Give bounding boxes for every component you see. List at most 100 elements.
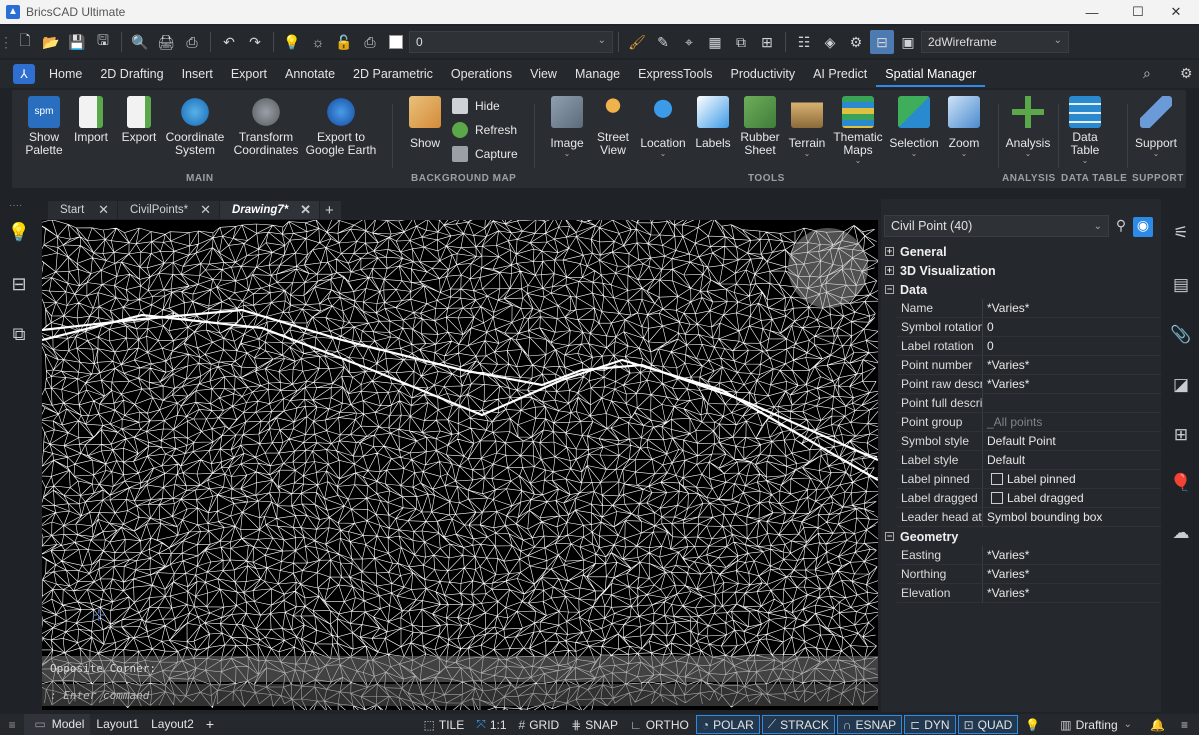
open-file-icon[interactable]: 📂 — [39, 30, 63, 54]
location-button[interactable]: Location ⌄ — [638, 96, 688, 158]
tab-ai-predict[interactable]: AI Predict — [804, 61, 876, 87]
visual-style-icon[interactable]: ▣ — [896, 30, 920, 54]
status-customize-icon[interactable]: ≡ — [1176, 715, 1197, 734]
close-button[interactable]: ✕ — [1153, 0, 1199, 24]
grid-toggle[interactable]: # GRID — [514, 715, 565, 734]
tab-insert[interactable]: Insert — [173, 61, 222, 87]
properties-sliders-icon[interactable]: ⚟ — [1168, 220, 1194, 246]
section-data[interactable]: − Data — [881, 280, 1161, 299]
cloud-icon[interactable]: ☁ — [1168, 520, 1194, 546]
close-tab-icon[interactable]: ✕ — [300, 202, 311, 218]
close-tab-icon[interactable]: ✕ — [98, 202, 109, 218]
show-palette-button[interactable]: spm Show Palette — [24, 96, 64, 157]
selection-dropdown[interactable]: Civil Point (40) ⌄ — [884, 215, 1109, 237]
show-map-button[interactable]: Show — [406, 96, 444, 150]
save-icon[interactable]: 💾 — [65, 30, 89, 54]
pick-point-icon[interactable]: ✎ — [651, 30, 675, 54]
label-dragged-checkbox[interactable] — [991, 492, 1003, 504]
analysis-button[interactable]: Analysis ⌄ — [1002, 96, 1054, 158]
quick-select-icon[interactable]: ◉ — [1133, 217, 1153, 237]
tab-expresstools[interactable]: ExpressTools — [629, 61, 721, 87]
prop-row-label-rotation[interactable]: Label rotation 0 — [897, 337, 1161, 356]
command-input[interactable]: : Enter command — [42, 684, 878, 706]
prop-row-label-dragged[interactable]: Label dragged Label dragged — [897, 489, 1161, 508]
visual-style-dropdown[interactable]: 2dWireframe ⌄ — [921, 31, 1069, 53]
close-tab-icon[interactable]: ✕ — [200, 202, 211, 218]
prop-row-point-number[interactable]: Point number *Varies* — [897, 356, 1161, 375]
import-button[interactable]: Import — [70, 96, 112, 144]
street-view-button[interactable]: Street View — [592, 96, 634, 157]
layer-freeze-icon[interactable]: ☼ — [306, 30, 330, 54]
undo-icon[interactable]: ↶ — [217, 30, 241, 54]
prop-row-symbol-rotation[interactable]: Symbol rotation 0 — [897, 318, 1161, 337]
layout-tab-model[interactable]: ▭ Model — [24, 714, 91, 735]
prop-row-northing[interactable]: Northing *Varies* — [897, 565, 1161, 584]
ribbon-settings-icon[interactable]: ⚙ — [1180, 65, 1193, 82]
drawing-explorer-icon[interactable]: ⧉ — [5, 320, 33, 348]
export-button[interactable]: Export — [118, 96, 160, 144]
tab-home[interactable]: Home — [40, 61, 91, 87]
quad-toggle-icon[interactable]: ⊟ — [870, 30, 894, 54]
layer-lock-icon[interactable]: 🔓 — [332, 30, 356, 54]
layer-isolate-icon[interactable]: ⧉ — [729, 30, 753, 54]
zoom-button[interactable]: Zoom ⌄ — [944, 96, 984, 158]
layer-walk-icon[interactable]: ⊞ — [755, 30, 779, 54]
ortho-toggle[interactable]: ∟ ORTHO — [625, 715, 694, 734]
tab-2d-parametric[interactable]: 2D Parametric — [344, 61, 442, 87]
lights-toggle[interactable]: 💡 — [1020, 715, 1049, 734]
support-button[interactable]: Support ⌄ — [1130, 96, 1182, 158]
rubber-sheet-button[interactable]: Rubber Sheet — [738, 96, 782, 157]
transform-coordinates-button[interactable]: Transform Coordinates — [231, 96, 301, 157]
drawing-viewport[interactable]: ⊹ Opposite Corner: : Enter command — [42, 220, 878, 710]
minimize-button[interactable]: — — [1069, 0, 1115, 24]
tips-lightbulb-icon[interactable]: 💡 — [5, 218, 33, 246]
materials-icon[interactable]: ◪ — [1168, 372, 1194, 398]
selection-button[interactable]: Selection ⌄ — [888, 96, 940, 158]
tab-spatial-manager[interactable]: Spatial Manager — [876, 61, 986, 87]
tab-annotate[interactable]: Annotate — [276, 61, 344, 87]
dyn-toggle[interactable]: ⊏ DYN — [904, 715, 956, 734]
library-grid-icon[interactable]: ⊞ — [1168, 422, 1194, 448]
section-general[interactable]: + General — [881, 242, 1161, 261]
prop-row-leader-head[interactable]: Leader head at Symbol bounding box — [897, 508, 1161, 527]
snap-toggle[interactable]: ⋕ SNAP — [566, 715, 623, 734]
capture-map-button[interactable]: Capture — [452, 146, 518, 162]
workspace-dropdown[interactable]: ▥ Drafting ⌄ — [1055, 715, 1137, 734]
new-tab-button[interactable]: + — [320, 201, 342, 219]
polar-toggle[interactable]: ◔ POLAR — [695, 715, 760, 734]
tab-operations[interactable]: Operations — [442, 61, 521, 87]
add-layout-button[interactable]: + — [200, 714, 220, 735]
layer-states-icon[interactable]: ▦ — [703, 30, 727, 54]
new-file-icon[interactable]: 🗋 — [13, 30, 37, 54]
terrain-button[interactable]: Terrain ⌄ — [786, 96, 828, 158]
export-google-earth-button[interactable]: Export to Google Earth — [304, 96, 378, 157]
print-icon[interactable]: ⎙ — [180, 30, 204, 54]
render-icon[interactable]: ◈ — [818, 30, 842, 54]
print-preview-icon[interactable]: 🔍 — [128, 30, 152, 54]
layer-dropdown[interactable]: 0 ⌄ — [409, 31, 613, 53]
section-3d-visualization[interactable]: +3D Visualization — [881, 261, 1161, 280]
save-as-icon[interactable]: 🖫 — [91, 30, 115, 54]
strack-toggle[interactable]: ⟋ STRACK — [761, 715, 835, 734]
doc-tab-drawing7[interactable]: Drawing7* ✕ — [220, 201, 320, 219]
match-properties-icon[interactable]: 🖌 — [625, 30, 649, 54]
refresh-map-button[interactable]: Refresh — [452, 122, 517, 138]
filter-icon[interactable]: ⚲ — [1111, 217, 1131, 237]
annotation-scale[interactable]: ⤧ 1:1 — [471, 715, 511, 734]
prop-row-easting[interactable]: Easting *Varies* — [897, 546, 1161, 565]
prop-row-point-raw-description[interactable]: Point raw description*Varies* — [897, 375, 1161, 394]
image-button[interactable]: Image ⌄ — [546, 96, 588, 158]
tile-toggle[interactable]: ⬚ TILE — [419, 715, 470, 734]
publish-icon[interactable]: 🖨 — [154, 30, 178, 54]
attachments-icon[interactable]: 📎 — [1168, 322, 1194, 348]
layer-color-swatch-icon[interactable] — [384, 30, 408, 54]
layer-on-icon[interactable]: 💡 — [280, 30, 304, 54]
thematic-maps-button[interactable]: Thematic Maps ⌄ — [830, 96, 886, 165]
search-icon[interactable]: ⌕ — [1143, 65, 1151, 82]
layout-tab-layout2[interactable]: Layout2 — [145, 714, 200, 735]
hide-map-button[interactable]: Hide — [452, 98, 500, 114]
esnap-toggle[interactable]: ∩ ESNAP — [836, 715, 903, 734]
tab-manage[interactable]: Manage — [566, 61, 629, 87]
prop-row-label-pinned[interactable]: Label pinned Label pinned — [897, 470, 1161, 489]
tab-view[interactable]: View — [521, 61, 566, 87]
